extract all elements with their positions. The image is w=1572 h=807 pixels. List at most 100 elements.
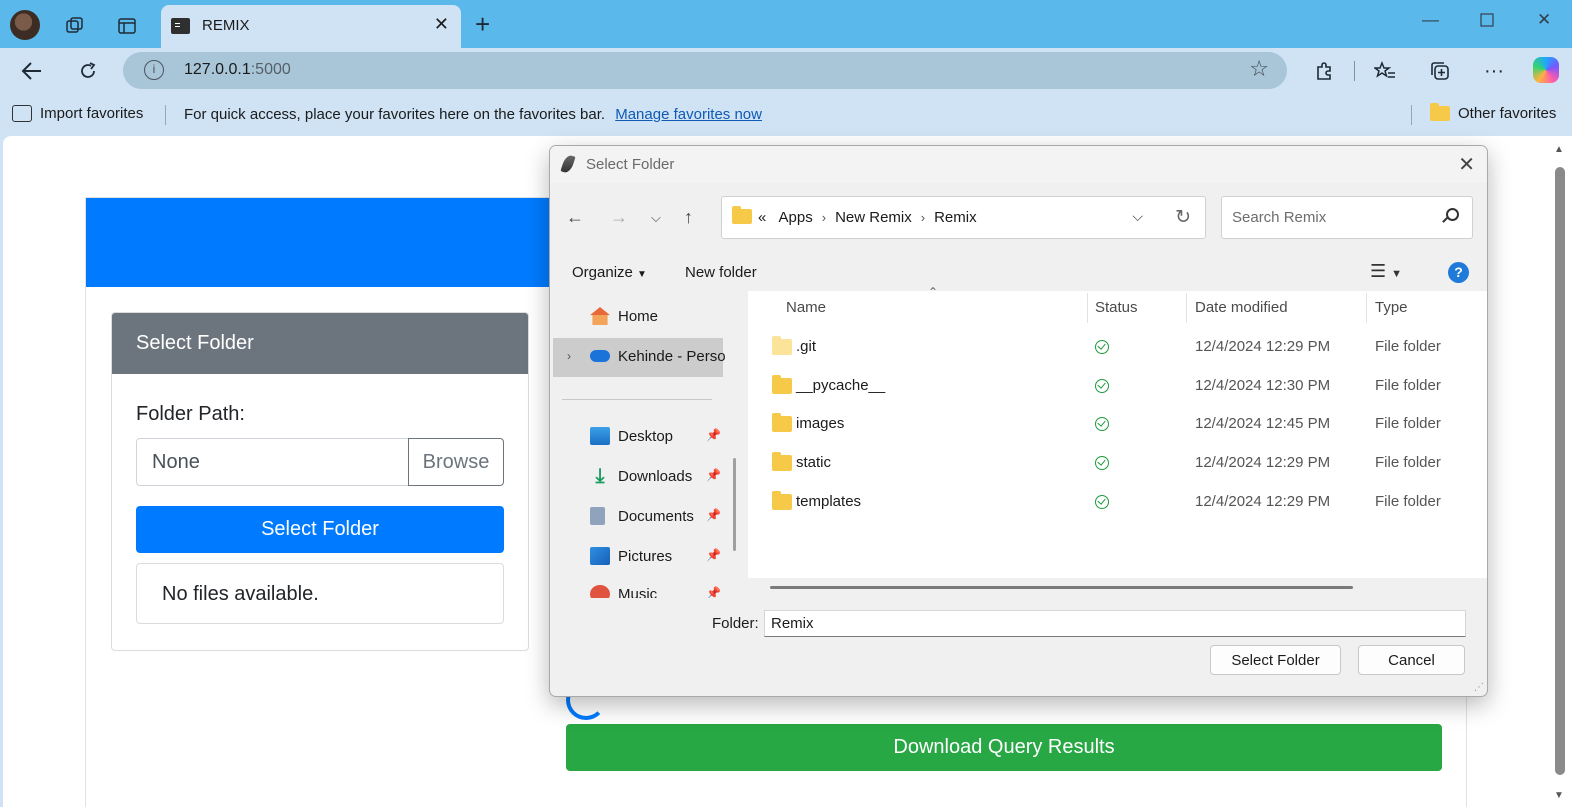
- address-breadcrumb[interactable]: « Apps › New Remix › Remix ⌵ ↻: [721, 196, 1206, 239]
- file-row[interactable]: static 12/4/2024 12:29 PM File folder: [748, 444, 1487, 481]
- breadcrumb-new-remix[interactable]: New Remix: [835, 209, 912, 226]
- file-row[interactable]: __pycache__ 12/4/2024 12:30 PM File fold…: [748, 367, 1487, 404]
- toolbar-divider: [1354, 61, 1355, 81]
- close-icon[interactable]: ✕: [1458, 152, 1475, 177]
- select-folder-button[interactable]: Select Folder: [136, 506, 504, 553]
- column-name[interactable]: Name: [786, 299, 826, 316]
- breadcrumb-apps[interactable]: Apps: [779, 209, 813, 226]
- column-divider[interactable]: [1366, 293, 1367, 323]
- file-row[interactable]: templates 12/4/2024 12:29 PM File folder: [748, 483, 1487, 520]
- address-bar[interactable]: i 127.0.0.1:5000 ☆: [123, 52, 1287, 89]
- pin-icon[interactable]: 📌: [706, 468, 721, 482]
- pin-icon[interactable]: 📌: [706, 428, 721, 442]
- home-icon: [590, 307, 610, 325]
- tab-actions-icon[interactable]: [61, 12, 89, 40]
- nav-item-music[interactable]: Music: [590, 582, 657, 598]
- browse-button[interactable]: Browse: [408, 438, 504, 486]
- pin-icon[interactable]: 📌: [706, 548, 721, 562]
- forward-arrow-icon[interactable]: →: [610, 207, 628, 228]
- profile-avatar[interactable]: [10, 10, 40, 40]
- empty-files-message: No files available.: [136, 563, 504, 624]
- search-input[interactable]: Search Remix: [1221, 196, 1473, 239]
- breadcrumb-remix[interactable]: Remix: [934, 209, 977, 226]
- up-arrow-icon[interactable]: ↑: [684, 207, 693, 228]
- new-folder-button[interactable]: New folder: [685, 264, 757, 281]
- sync-ok-icon: [1095, 456, 1109, 470]
- column-divider[interactable]: [1186, 293, 1187, 323]
- desktop-icon: [590, 427, 610, 445]
- cancel-button[interactable]: Cancel: [1358, 645, 1465, 675]
- url-text[interactable]: 127.0.0.1:5000: [184, 61, 291, 79]
- folder-name-input[interactable]: Remix: [764, 610, 1466, 637]
- file-list: ⌃ Name Status Date modified Type .git 12…: [748, 285, 1487, 578]
- favorites-hint: For quick access, place your favorites h…: [184, 106, 762, 123]
- column-type[interactable]: Type: [1375, 299, 1408, 316]
- nav-divider: [562, 399, 712, 400]
- scroll-up-icon[interactable]: ▲: [1554, 144, 1564, 155]
- refresh-icon[interactable]: [73, 56, 103, 86]
- chevron-down-icon[interactable]: ⌵: [1132, 208, 1143, 225]
- pin-icon[interactable]: 📌: [706, 508, 721, 522]
- column-date-modified[interactable]: Date modified: [1195, 299, 1288, 316]
- column-headers: ⌃ Name Status Date modified Type: [748, 285, 1487, 324]
- column-status[interactable]: Status: [1095, 299, 1138, 316]
- maximize-icon[interactable]: [1480, 12, 1494, 32]
- refresh-icon[interactable]: ↻: [1175, 206, 1191, 229]
- terminal-favicon-icon: [171, 18, 190, 34]
- nav-item-home[interactable]: Home: [590, 304, 658, 328]
- resize-grip-icon[interactable]: ⋰: [1474, 682, 1484, 693]
- sort-ascending-icon: ⌃: [928, 285, 939, 299]
- active-tab[interactable]: REMIX ✕: [161, 5, 461, 48]
- favorites-icon[interactable]: [1370, 56, 1400, 86]
- nav-item-pictures[interactable]: Pictures: [590, 544, 672, 568]
- more-icon[interactable]: ···: [1479, 56, 1509, 86]
- navigation-pane: Home › Kehinde - Perso Desktop 📌 ⤓ Downl…: [550, 291, 747, 598]
- view-options-icon[interactable]: ☰ ▼: [1370, 261, 1402, 282]
- folder-icon: [772, 491, 792, 510]
- collections-icon[interactable]: [1425, 56, 1455, 86]
- scroll-down-icon[interactable]: ▼: [1554, 790, 1564, 801]
- folder-icon: [772, 336, 792, 355]
- new-tab-icon[interactable]: +: [475, 10, 490, 38]
- import-favorites-button[interactable]: Import favorites: [12, 105, 143, 122]
- close-window-icon[interactable]: ✕: [1537, 10, 1551, 30]
- dialog-select-folder-button[interactable]: Select Folder: [1210, 645, 1341, 675]
- vertical-tabs-icon[interactable]: [113, 12, 141, 40]
- download-results-button[interactable]: Download Query Results: [566, 724, 1442, 771]
- select-folder-dialog: Select Folder ✕ ← → ⌵ ↑ « Apps › New Remix…: [549, 145, 1488, 697]
- pin-icon[interactable]: 📌: [706, 586, 721, 598]
- organize-button[interactable]: Organize ▼: [572, 264, 647, 281]
- horizontal-scrollbar[interactable]: [770, 586, 1353, 589]
- file-row[interactable]: .git 12/4/2024 12:29 PM File folder: [748, 328, 1487, 365]
- minimize-icon[interactable]: —: [1422, 10, 1439, 30]
- folder-path-input[interactable]: None: [136, 438, 409, 486]
- favorite-star-icon[interactable]: ☆: [1249, 56, 1269, 82]
- nav-item-documents[interactable]: Documents: [590, 504, 694, 528]
- back-arrow-icon[interactable]: [17, 56, 47, 86]
- copilot-icon[interactable]: [1533, 57, 1559, 83]
- other-favorites-button[interactable]: Other favorites: [1430, 103, 1556, 122]
- puzzle-icon[interactable]: [1309, 56, 1339, 86]
- column-divider[interactable]: [1087, 293, 1088, 323]
- back-arrow-icon[interactable]: ←: [566, 207, 584, 228]
- nav-scrollbar[interactable]: [733, 458, 736, 551]
- recent-locations-icon[interactable]: ⌵: [651, 210, 661, 226]
- music-icon: [590, 585, 610, 598]
- manage-favorites-link[interactable]: Manage favorites now: [615, 106, 762, 123]
- favorites-divider: [1411, 105, 1412, 125]
- sync-ok-icon: [1095, 340, 1109, 354]
- feather-icon: [560, 153, 576, 175]
- folder-path-label: Folder Path:: [136, 403, 245, 425]
- import-icon: [12, 105, 32, 122]
- nav-item-onedrive[interactable]: Kehinde - Perso: [590, 344, 726, 368]
- scrollbar-thumb[interactable]: [1555, 167, 1565, 775]
- file-row[interactable]: images 12/4/2024 12:45 PM File folder: [748, 405, 1487, 442]
- chevron-right-icon[interactable]: ›: [567, 349, 571, 363]
- site-info-icon[interactable]: i: [144, 60, 164, 80]
- nav-item-desktop[interactable]: Desktop: [590, 424, 673, 448]
- dialog-titlebar[interactable]: Select Folder ✕: [550, 146, 1487, 183]
- help-icon[interactable]: ?: [1448, 262, 1469, 283]
- close-tab-icon[interactable]: ✕: [434, 14, 449, 35]
- folder-label: Folder:: [712, 615, 759, 632]
- nav-item-downloads[interactable]: ⤓ Downloads: [590, 464, 693, 488]
